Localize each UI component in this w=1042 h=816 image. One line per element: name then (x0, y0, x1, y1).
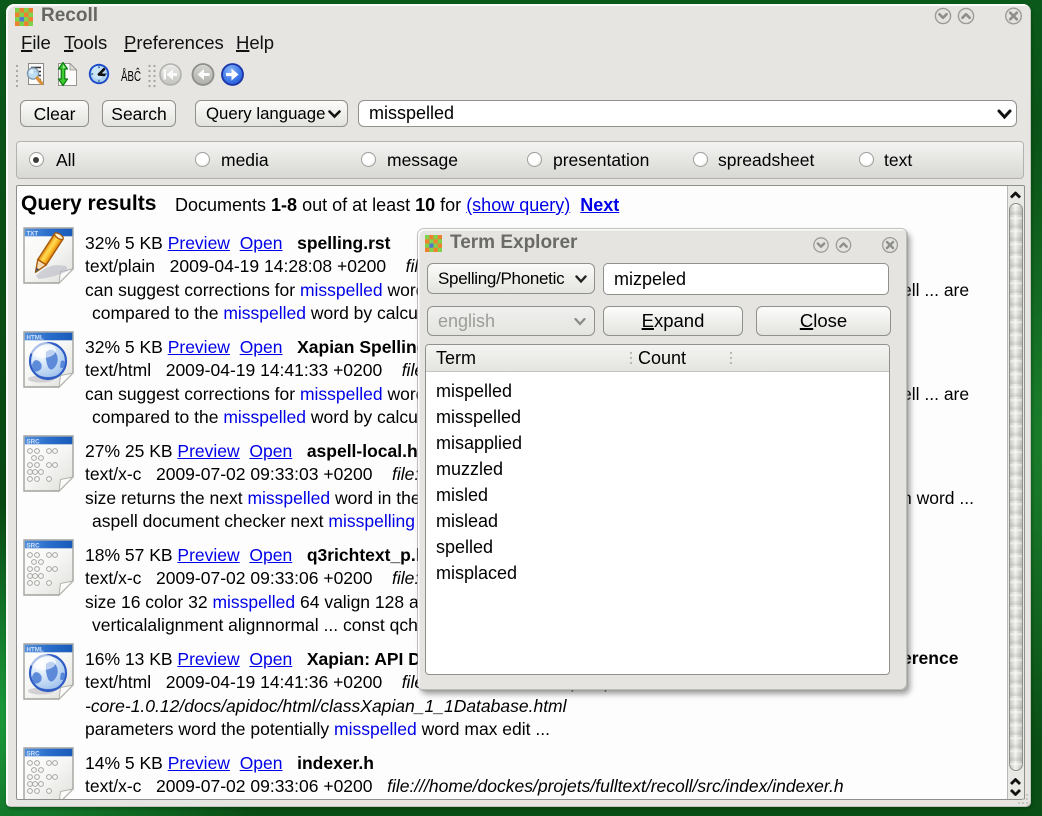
svg-text:ÅBĈ: ÅBĈ (121, 68, 141, 85)
